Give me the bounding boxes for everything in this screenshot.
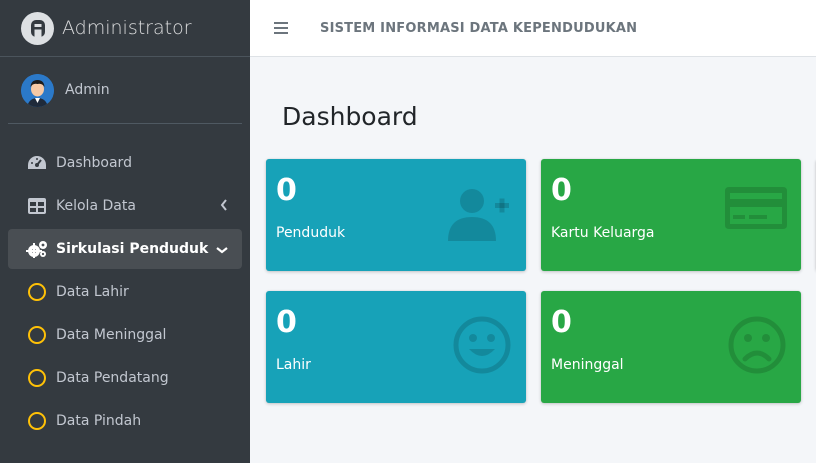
info-box-value: 0 xyxy=(276,173,297,208)
chevron-down-icon xyxy=(216,242,228,258)
user-plus-icon xyxy=(446,183,512,247)
info-box-meninggal[interactable]: 0 Meninggal xyxy=(541,291,801,403)
info-box-lahir[interactable]: 0 Lahir xyxy=(266,291,526,403)
subitem-label: Data Lahir xyxy=(56,284,129,300)
brand-text: Administrator xyxy=(62,17,192,39)
sidebar-item-label: Kelola Data xyxy=(56,198,136,214)
credit-card-icon xyxy=(725,183,787,237)
chevron-left-icon xyxy=(220,199,228,215)
avatar xyxy=(21,73,54,107)
info-box-value: 0 xyxy=(551,305,572,340)
sidebar-nav: Dashboard Kelola Data Sirkulasi Penduduk… xyxy=(0,143,250,441)
subitem-data-lahir[interactable]: Data Lahir xyxy=(8,272,242,312)
user-name: Admin xyxy=(65,82,110,98)
tachometer-icon xyxy=(26,152,48,174)
info-box-kartu-keluarga[interactable]: 0 Kartu Keluarga xyxy=(541,159,801,271)
info-box-label: Lahir xyxy=(276,357,311,373)
circle-icon xyxy=(28,369,46,387)
info-box-penduduk[interactable]: 0 Penduduk xyxy=(266,159,526,271)
cogs-icon xyxy=(26,238,48,260)
subitem-data-pendatang[interactable]: Data Pendatang xyxy=(8,358,242,398)
header-title: SISTEM INFORMASI DATA KEPENDUDUKAN xyxy=(320,20,638,36)
subitem-label: Data Pendatang xyxy=(56,370,169,386)
subitem-label: Data Meninggal xyxy=(56,327,167,343)
sidebar: Administrator Admin Dashboard Kelola Dat… xyxy=(0,0,250,463)
table-icon xyxy=(26,195,48,217)
user-panel[interactable]: Admin xyxy=(8,57,242,124)
sidebar-item-label: Sirkulasi Penduduk xyxy=(56,241,209,257)
info-box-label: Meninggal xyxy=(551,357,624,373)
subitem-label: Data Pindah xyxy=(56,413,142,429)
sidebar-item-kelola-data[interactable]: Kelola Data xyxy=(8,186,242,226)
hamburger-icon[interactable] xyxy=(274,22,288,34)
frown-icon xyxy=(727,315,787,379)
smile-icon xyxy=(452,315,512,379)
info-box-value: 0 xyxy=(276,305,297,340)
circle-icon xyxy=(28,283,46,301)
subitem-data-pindah[interactable]: Data Pindah xyxy=(8,401,242,441)
subitem-data-meninggal[interactable]: Data Meninggal xyxy=(8,315,242,355)
top-navbar: SISTEM INFORMASI DATA KEPENDUDUKAN xyxy=(250,0,816,57)
info-box-label: Penduduk xyxy=(276,225,346,241)
info-box-label: Kartu Keluarga xyxy=(551,225,655,241)
info-box-value: 0 xyxy=(551,173,572,208)
circle-icon xyxy=(28,412,46,430)
circle-icon xyxy=(28,326,46,344)
sidebar-item-label: Dashboard xyxy=(56,155,132,171)
sidebar-item-dashboard[interactable]: Dashboard xyxy=(8,143,242,183)
brand-logo-icon xyxy=(21,11,54,45)
sidebar-item-sirkulasi-penduduk[interactable]: Sirkulasi Penduduk xyxy=(8,229,242,269)
brand-link[interactable]: Administrator xyxy=(0,0,250,57)
page-title: Dashboard xyxy=(282,102,418,131)
